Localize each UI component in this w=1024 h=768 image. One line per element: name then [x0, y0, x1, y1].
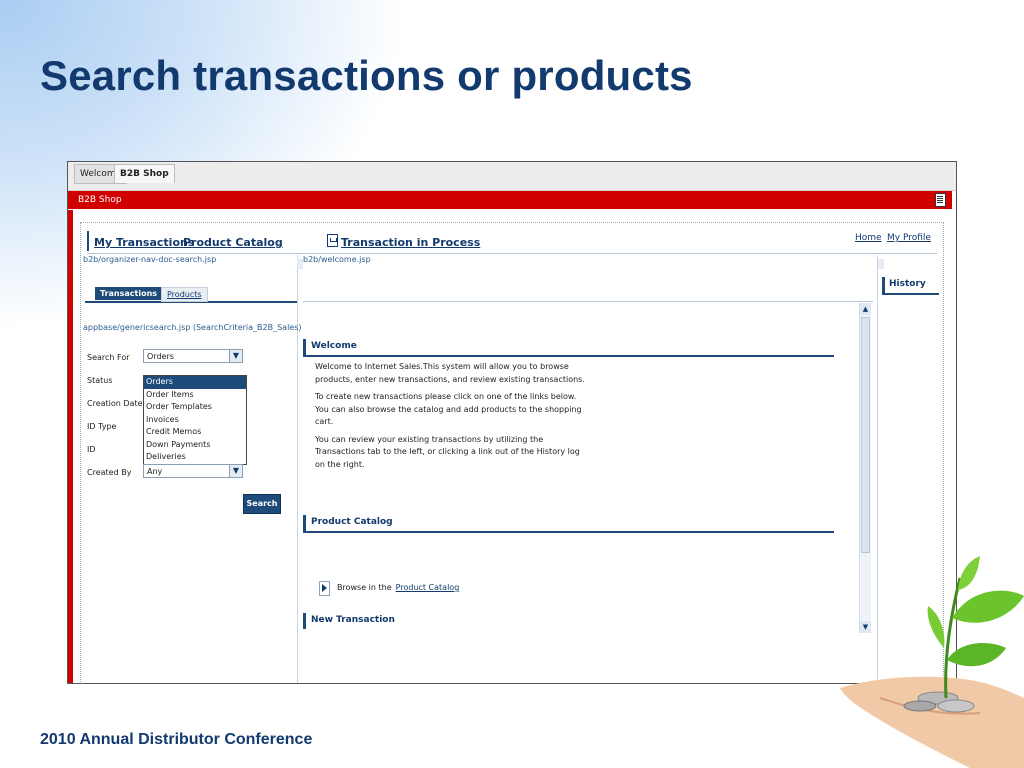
arrow-right-icon[interactable]: [319, 581, 330, 596]
welcome-section-header: Welcome: [303, 339, 834, 357]
header-bar: B2B Shop: [68, 191, 952, 209]
new-transaction-section-header: New Transaction: [303, 613, 834, 629]
dropdown-option[interactable]: Down Payments: [144, 439, 246, 452]
left-pane-path: b2b/organizer-nav-doc-search.jsp: [83, 255, 217, 264]
dropdown-option[interactable]: Credit Memos: [144, 426, 246, 439]
nav-my-profile[interactable]: My Profile: [887, 233, 931, 243]
created-by-value: Any: [147, 467, 163, 476]
chevron-down-icon[interactable]: ▼: [229, 350, 242, 362]
history-title: History: [889, 279, 926, 289]
created-by-select[interactable]: Any ▼: [143, 464, 243, 478]
label-created-by: Created By: [87, 468, 132, 477]
search-subtabs: Transactions Products: [85, 285, 297, 303]
nav-my-transactions[interactable]: My Transactions: [94, 236, 194, 249]
label-creation-date: Creation Date: [87, 399, 143, 408]
history-section-header: History: [882, 277, 939, 295]
header-bar-title: B2B Shop: [78, 195, 122, 205]
document-icon[interactable]: [935, 193, 946, 207]
label-id-type: ID Type: [87, 422, 117, 431]
top-tab-bar: Welcome B2B Shop: [68, 162, 956, 191]
left-pane: b2b/organizer-nav-doc-search.jsp Transac…: [83, 255, 303, 683]
dropdown-option[interactable]: Invoices: [144, 414, 246, 427]
main-pane: b2b/welcome.jsp Welcome Welcome to Inter…: [303, 255, 873, 683]
nav-product-catalog[interactable]: Product Catalog: [183, 236, 283, 249]
browse-catalog-text: Browse in the Product Catalog: [337, 583, 459, 592]
tab-b2b-shop[interactable]: B2B Shop: [114, 164, 175, 183]
new-transaction-title: New Transaction: [311, 615, 395, 625]
leaf: [927, 606, 945, 648]
content-area: My Transactions Product Catalog Transact…: [80, 222, 944, 683]
welcome-text: Welcome to Internet Sales.This system wi…: [315, 361, 585, 476]
dropdown-option[interactable]: Order Templates: [144, 401, 246, 414]
main-pane-path: b2b/welcome.jsp: [303, 255, 371, 264]
coin: [903, 700, 937, 712]
slide-footer: 2010 Annual Distributor Conference: [40, 731, 313, 748]
dropdown-option[interactable]: Order Items: [144, 389, 246, 402]
transaction-icon: [327, 234, 338, 247]
plant-in-hand-illustration: [840, 556, 1024, 768]
dropdown-option[interactable]: Deliveries: [144, 451, 246, 464]
welcome-paragraph: To create new transactions please click …: [315, 392, 582, 426]
welcome-title: Welcome: [311, 341, 357, 351]
leaf: [947, 643, 1006, 667]
scroll-up-icon[interactable]: ▲: [860, 303, 871, 315]
catalog-title: Product Catalog: [311, 517, 393, 527]
tab-transactions[interactable]: Transactions: [95, 287, 163, 300]
label-search-for: Search For: [87, 353, 130, 362]
nav-home[interactable]: Home: [855, 233, 882, 243]
hand-shape: [840, 676, 1024, 768]
left-accent-strip: [68, 210, 73, 683]
main-divider: [303, 301, 873, 302]
nav-accent: [87, 231, 89, 251]
search-for-select[interactable]: Orders ▼: [143, 349, 243, 363]
scroll-thumb[interactable]: [861, 317, 870, 553]
collapse-right-handle[interactable]: [878, 259, 884, 269]
welcome-paragraph: You can review your existing transaction…: [315, 434, 580, 469]
search-for-dropdown: Orders Order Items Order Templates Invoi…: [143, 375, 247, 465]
tab-products[interactable]: Products: [161, 287, 208, 302]
dropdown-option[interactable]: Orders: [144, 376, 246, 389]
coin: [937, 699, 975, 713]
leaf: [952, 590, 1024, 623]
nav-transaction-in-process[interactable]: Transaction in Process: [341, 236, 480, 249]
slide-title: Search transactions or products: [40, 52, 693, 99]
catalog-section-header: Product Catalog: [303, 515, 834, 533]
search-form-path: appbase/genericsearch.jsp (SearchCriteri…: [83, 323, 302, 332]
welcome-paragraph: Welcome to Internet Sales.This system wi…: [315, 362, 585, 384]
leaf: [958, 556, 980, 590]
chevron-down-icon[interactable]: ▼: [229, 465, 242, 477]
main-navigation: My Transactions Product Catalog Transact…: [87, 229, 937, 254]
search-button[interactable]: Search: [243, 494, 281, 514]
browse-prefix: Browse in the: [337, 583, 392, 592]
search-for-value: Orders: [147, 352, 174, 361]
browse-catalog-link[interactable]: Product Catalog: [396, 583, 460, 592]
label-status: Status: [87, 376, 113, 385]
label-id: ID: [87, 445, 96, 454]
